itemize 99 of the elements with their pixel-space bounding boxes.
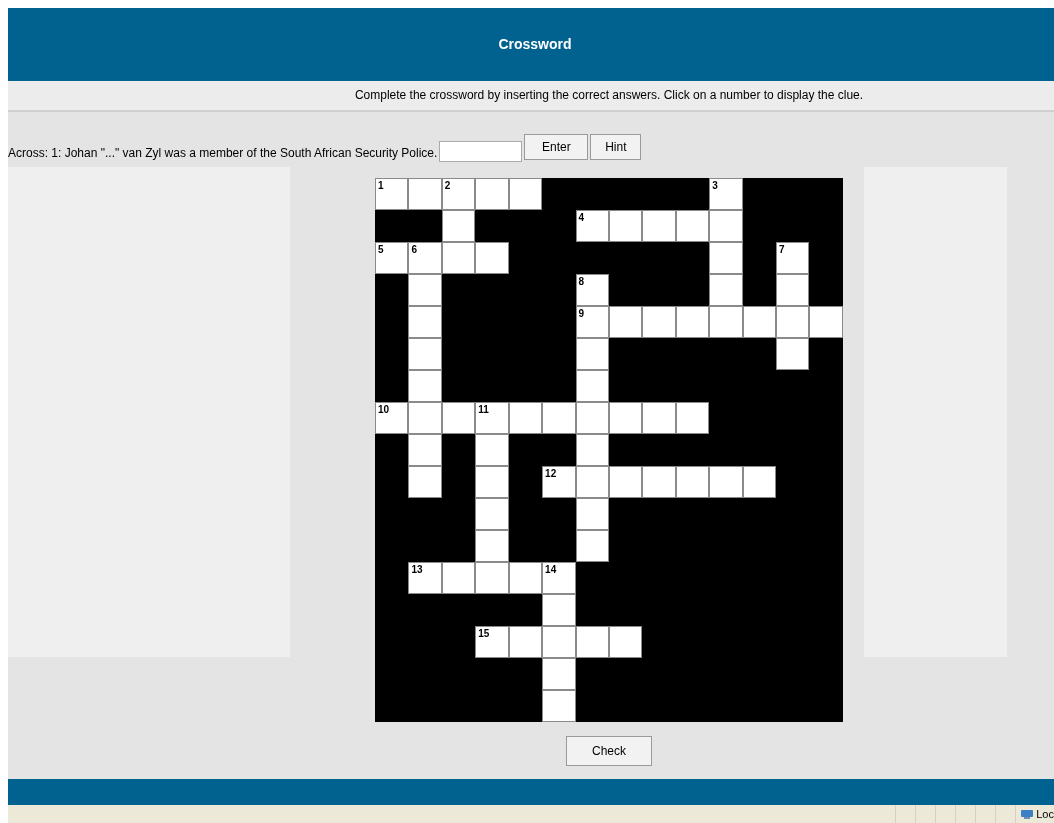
answer-cell[interactable] <box>675 402 710 435</box>
answer-cell[interactable] <box>642 306 676 339</box>
answer-cell[interactable] <box>575 402 609 435</box>
answer-cell[interactable] <box>608 210 643 243</box>
answer-cell[interactable]: 1 <box>375 178 409 211</box>
answer-cell[interactable] <box>776 306 810 339</box>
answer-cell[interactable]: 2 <box>441 178 476 211</box>
answer-cell[interactable] <box>575 466 609 499</box>
clue-number[interactable]: 13 <box>411 564 423 576</box>
answer-cell[interactable]: 11 <box>475 402 509 435</box>
answer-cell[interactable]: 10 <box>375 402 409 435</box>
instructions-text: Complete the crossword by inserting the correct answers. Click on a number to display the clue. <box>354 88 864 103</box>
clue-number[interactable]: 14 <box>545 564 557 576</box>
answer-cell[interactable] <box>508 562 543 595</box>
answer-cell[interactable] <box>575 370 609 403</box>
answer-cell[interactable] <box>408 338 442 371</box>
answer-cell[interactable] <box>408 178 442 211</box>
answer-cell[interactable] <box>608 626 643 659</box>
answer-cell[interactable] <box>441 402 476 435</box>
answer-cell[interactable]: 13 <box>408 562 442 595</box>
answer-cell[interactable] <box>642 466 676 499</box>
clue-number[interactable]: 2 <box>444 180 451 192</box>
answer-cell[interactable] <box>508 626 543 659</box>
answer-cell[interactable]: 6 <box>408 242 442 275</box>
clue-number[interactable]: 6 <box>411 244 417 256</box>
answer-cell[interactable] <box>575 530 609 563</box>
answer-cell[interactable] <box>575 626 609 659</box>
answer-cell[interactable] <box>742 306 777 339</box>
clue-number[interactable]: 5 <box>378 244 384 256</box>
answer-cell[interactable] <box>642 402 676 435</box>
answer-cell[interactable] <box>408 402 442 435</box>
clue-number[interactable]: 15 <box>478 628 490 640</box>
answer-cell[interactable] <box>475 466 509 499</box>
answer-cell[interactable] <box>542 594 576 627</box>
answer-cell[interactable]: 9 <box>575 306 609 339</box>
answer-cell[interactable]: 3 <box>709 178 743 211</box>
answer-field[interactable] <box>439 141 523 163</box>
answer-cell[interactable] <box>508 402 543 435</box>
answer-cell[interactable] <box>475 178 509 211</box>
answer-cell[interactable]: 14 <box>542 562 576 595</box>
answer-cell[interactable] <box>709 274 743 307</box>
answer-cell[interactable]: 7 <box>776 242 810 275</box>
answer-cell[interactable] <box>475 434 509 467</box>
answer-cell[interactable] <box>542 626 576 659</box>
answer-cell[interactable] <box>475 242 509 275</box>
answer-cell[interactable]: 8 <box>575 274 609 307</box>
answer-cell[interactable] <box>542 658 576 691</box>
answer-cell[interactable] <box>709 306 743 339</box>
answer-cell[interactable] <box>542 402 576 435</box>
answer-cell[interactable] <box>508 178 543 211</box>
status-text: Loc <box>1036 808 1054 820</box>
clue-number[interactable]: 9 <box>578 308 585 320</box>
answer-cell[interactable] <box>408 370 442 403</box>
answer-cell[interactable] <box>675 210 710 243</box>
answer-cell[interactable] <box>709 466 743 499</box>
answer-cell[interactable] <box>408 434 442 467</box>
page-title: Crossword <box>498 36 572 53</box>
answer-cell[interactable]: 15 <box>475 626 509 659</box>
answer-cell[interactable] <box>675 306 710 339</box>
answer-cell[interactable] <box>675 466 710 499</box>
answer-cell[interactable] <box>709 210 743 243</box>
answer-cell[interactable] <box>776 274 810 307</box>
answer-cell[interactable] <box>408 466 442 499</box>
clue-number[interactable]: 7 <box>779 244 785 256</box>
answer-cell[interactable] <box>542 690 576 723</box>
answer-cell[interactable] <box>475 562 509 595</box>
check-button[interactable]: Check <box>566 736 652 767</box>
clue-number[interactable]: 11 <box>478 404 489 416</box>
clue-number[interactable]: 10 <box>378 404 390 416</box>
answer-cell[interactable] <box>642 210 676 243</box>
clue-number[interactable]: 8 <box>578 276 585 288</box>
answer-cell[interactable]: 5 <box>375 242 409 275</box>
clue-text: Across: 1: Johan "..." van Zyl was a member of the South African Security Police. <box>8 146 438 161</box>
answer-cell[interactable] <box>441 210 476 243</box>
clue-number[interactable]: 1 <box>378 180 384 192</box>
answer-cell[interactable] <box>475 498 509 531</box>
answer-cell[interactable] <box>608 466 643 499</box>
answer-cell[interactable] <box>575 498 609 531</box>
answer-cell[interactable] <box>809 306 843 339</box>
answer-cell[interactable] <box>475 530 509 563</box>
network-icon <box>1020 808 1035 820</box>
answer-cell[interactable] <box>575 338 609 371</box>
answer-cell[interactable]: 12 <box>542 466 576 499</box>
answer-cell[interactable] <box>408 274 442 307</box>
answer-cell[interactable] <box>408 306 442 339</box>
answer-cell[interactable] <box>608 306 643 339</box>
answer-cell[interactable]: 4 <box>575 210 609 243</box>
clue-number[interactable]: 4 <box>578 212 585 224</box>
answer-cell[interactable] <box>709 242 743 275</box>
clue-number[interactable]: 12 <box>545 468 557 480</box>
hint-button[interactable]: Hint <box>590 134 642 161</box>
answer-cell[interactable] <box>776 338 810 371</box>
answer-cell[interactable] <box>441 562 476 595</box>
clue-number[interactable]: 3 <box>712 180 718 192</box>
enter-button[interactable]: Enter <box>524 134 589 161</box>
answer-cell[interactable] <box>441 242 476 275</box>
answer-cell[interactable] <box>608 402 643 435</box>
answer-cell[interactable] <box>742 466 777 499</box>
answer-cell[interactable] <box>575 434 609 467</box>
